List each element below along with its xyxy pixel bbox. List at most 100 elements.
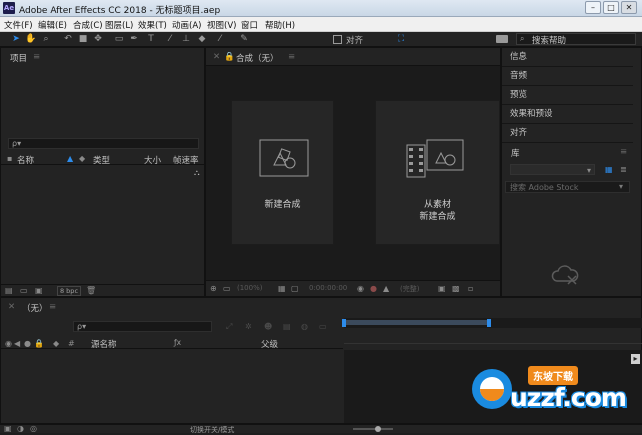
workspace-icon[interactable] <box>496 35 508 43</box>
display-icon[interactable]: ▭ <box>223 284 231 294</box>
grid-icon[interactable]: ▦ <box>278 284 286 294</box>
pan-behind-tool-icon[interactable]: ✥ <box>92 33 104 45</box>
menu-file[interactable]: 文件(F) <box>4 19 33 31</box>
menu-window[interactable]: 窗口 <box>241 19 258 31</box>
column-name[interactable]: 名称 <box>17 154 34 166</box>
info-panel-tab[interactable]: 信息 <box>502 48 633 67</box>
column-framerate[interactable]: 帧速率 <box>173 154 199 166</box>
camera-tool-icon[interactable]: ■ <box>77 33 89 45</box>
work-area-bar[interactable] <box>342 318 642 328</box>
graph-editor-icon[interactable]: ▭ <box>319 322 327 332</box>
menu-animation[interactable]: 动画(A) <box>172 19 201 31</box>
draft-3d-icon[interactable]: ✲ <box>245 322 252 332</box>
column-parent[interactable]: 父级 <box>261 338 278 350</box>
panel-menu-icon[interactable]: ≡ <box>288 52 295 62</box>
grid-view-icon[interactable]: ▦ <box>605 165 613 175</box>
menu-layer[interactable]: 图层(L) <box>105 19 133 31</box>
zoom-dropdown[interactable]: (100%) <box>237 284 262 292</box>
new-composition-icon[interactable]: ▣ <box>35 286 43 296</box>
clone-stamp-tool-icon[interactable]: ⊥ <box>180 33 192 45</box>
show-channel-icon[interactable]: ● <box>370 284 377 294</box>
close-button[interactable]: ✕ <box>621 1 637 14</box>
column-source-name[interactable]: 源名称 <box>91 338 117 350</box>
flowchart-icon[interactable]: ⛬ <box>194 168 200 178</box>
color-icon[interactable]: ▲ <box>383 284 389 294</box>
zoom-slider-thumb[interactable] <box>375 426 381 432</box>
close-tab-icon[interactable]: ✕ <box>213 52 220 62</box>
hand-tool-icon[interactable]: ✋ <box>25 33 37 45</box>
search-help-field[interactable]: ⌕ 搜索帮助 <box>516 33 636 46</box>
audio-switch-icon[interactable]: ◀ <box>14 339 20 349</box>
menu-view[interactable]: 视图(V) <box>207 19 236 31</box>
puppet-tool-icon[interactable]: ✎ <box>238 33 250 45</box>
menu-edit[interactable]: 编辑(E) <box>38 19 67 31</box>
timeline-tab-title[interactable]: （无） <box>22 302 48 314</box>
column-type[interactable]: 类型 <box>93 154 110 166</box>
new-composition-card[interactable]: 新建合成 <box>231 100 334 245</box>
timecode-display[interactable]: 0:00:00:00 <box>309 284 347 292</box>
roto-brush-tool-icon[interactable]: ⁄ <box>214 33 226 45</box>
sort-ascending-icon[interactable]: ▲ <box>67 154 73 164</box>
new-folder-icon[interactable]: ▭ <box>20 286 28 296</box>
adobe-stock-search[interactable]: 搜索 Adobe Stock ▾ <box>505 181 630 193</box>
snap-checkbox[interactable] <box>333 35 342 44</box>
work-area-range[interactable] <box>344 320 489 325</box>
resolution-dropdown[interactable]: (完整) <box>400 284 419 294</box>
audio-panel-tab[interactable]: 音频 <box>502 67 633 86</box>
zoom-slider-track[interactable] <box>353 428 393 430</box>
transparency-grid-icon[interactable]: ▩ <box>452 284 460 294</box>
search-icon: ⌕ <box>520 34 525 43</box>
rotate-tool-icon[interactable]: ↶ <box>62 33 74 45</box>
time-ruler[interactable] <box>344 330 642 344</box>
interpret-footage-icon[interactable]: ▤ <box>5 286 13 296</box>
solo-switch-icon[interactable]: ● <box>24 339 31 349</box>
shy-layers-icon[interactable]: ☻ <box>264 322 272 332</box>
project-search-input[interactable]: ρ▾ <box>8 138 199 149</box>
bit-depth-button[interactable]: 8 bpc <box>57 286 81 296</box>
lock-switch-icon[interactable]: 🔒 <box>34 339 44 349</box>
always-preview-icon[interactable]: ⊕ <box>210 284 217 294</box>
work-area-end-handle[interactable] <box>487 319 491 327</box>
align-panel-tab[interactable]: 对齐 <box>502 124 633 143</box>
toggle-switches-modes-button[interactable]: 切换开关/模式 <box>190 425 234 435</box>
lock-icon[interactable]: 🔒 <box>224 52 235 62</box>
trash-icon[interactable]: 🗑 <box>86 286 96 296</box>
timeline-search-input[interactable]: ρ▾ <box>73 321 212 332</box>
comp-button-icon[interactable]: ▸ <box>631 354 640 364</box>
brush-tool-icon[interactable]: ⁄ <box>164 33 176 45</box>
mask-icon[interactable]: ▢ <box>291 284 299 294</box>
selection-tool-icon[interactable]: ➤ <box>10 33 22 45</box>
pen-tool-icon[interactable]: ✒ <box>128 33 140 45</box>
zoom-tool-icon[interactable]: ⌕ <box>40 33 52 45</box>
close-tab-icon[interactable]: ✕ <box>8 302 15 312</box>
after-effects-logo-icon: Ae <box>3 2 15 14</box>
region-icon[interactable]: ▣ <box>438 284 446 294</box>
panel-menu-icon[interactable]: ≡ <box>33 52 40 62</box>
comp-mini-flowchart-icon[interactable]: ⤢ <box>226 322 232 332</box>
3d-view-icon[interactable]: ▫ <box>468 284 473 294</box>
panel-menu-icon[interactable]: ≡ <box>620 147 627 157</box>
panel-menu-icon[interactable]: ≡ <box>49 302 56 312</box>
composition-tab-title[interactable]: 合成（无） <box>236 52 279 64</box>
snapshot-icon[interactable]: ◉ <box>357 284 364 294</box>
video-switch-icon[interactable]: ◉ <box>5 339 12 349</box>
minimize-button[interactable]: – <box>585 1 601 14</box>
library-dropdown[interactable] <box>510 164 595 175</box>
menu-help[interactable]: 帮助(H) <box>265 19 295 31</box>
new-comp-from-footage-card[interactable]: 从素材 新建合成 <box>375 100 500 245</box>
shape-tool-icon[interactable]: ▭ <box>113 33 125 45</box>
maximize-button[interactable]: □ <box>603 1 619 14</box>
column-size[interactable]: 大小 <box>144 154 161 166</box>
watermark-brand-text: uzzf.com <box>510 383 627 412</box>
preview-panel-tab[interactable]: 预览 <box>502 86 633 105</box>
effects-presets-panel-tab[interactable]: 效果和预设 <box>502 105 633 124</box>
motion-blur-icon[interactable]: ◍ <box>301 322 308 332</box>
eraser-tool-icon[interactable]: ◆ <box>196 33 208 45</box>
type-tool-icon[interactable]: T <box>145 33 157 45</box>
menu-effect[interactable]: 效果(T) <box>138 19 167 31</box>
work-area-start-handle[interactable] <box>342 319 346 327</box>
snap-options-icon[interactable]: ⛶ <box>395 33 407 45</box>
frame-blending-icon[interactable]: ▤ <box>283 322 291 332</box>
list-view-icon[interactable]: ≣ <box>620 165 627 175</box>
menu-composition[interactable]: 合成(C) <box>73 19 103 31</box>
